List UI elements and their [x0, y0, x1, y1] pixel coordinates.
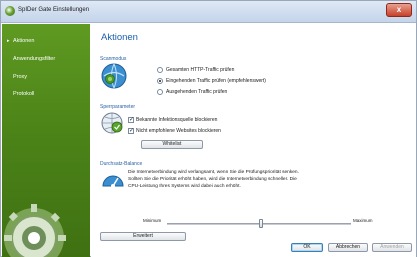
sperrparameter-section-label: Sperrparameter: [100, 104, 136, 110]
radio-indicator: [157, 67, 163, 73]
radio-label: Gesamten HTTP-Traffic prüfen: [166, 67, 235, 73]
checkbox-indicator: [128, 127, 134, 134]
window-title: SpIDer Gate Einstellungen: [18, 7, 90, 13]
scan-outgoing-radio[interactable]: Ausgehenden Traffic prüfen: [157, 89, 357, 96]
throughput-description-line-2: Sollten Sie die Priorität erhöht haben, …: [128, 177, 297, 182]
scanmodus-section-label: Scanmodus: [100, 56, 127, 62]
sidebar-item-anwendungsfilter[interactable]: Anwendungsfilter: [8, 55, 88, 64]
globe-block-icon: [101, 112, 123, 134]
gear-logo-icon: [4, 204, 66, 257]
speedometer-icon: [102, 175, 124, 188]
durchsatz-balance-section-label: Durchsatz-Balance: [100, 161, 143, 167]
checkbox-label: Bekannte Infektionsquelle blockieren: [136, 117, 218, 123]
sidebar-item-label: Aktionen: [13, 38, 35, 44]
sidebar-item-label: Proxy: [13, 74, 28, 80]
sidebar: Aktionen Anwendungsfilter Proxy Protokol…: [2, 24, 90, 257]
block-not-recommended-checkbox[interactable]: Nicht empfohlene Websites blockieren: [128, 127, 328, 135]
ok-button[interactable]: OK: [291, 243, 323, 252]
radio-label: Eingehenden Traffic prüfen (empfehlenswe…: [166, 78, 266, 84]
throughput-slider-thumb[interactable]: [259, 219, 263, 228]
checkbox-label: Nicht empfohlene Websites blockieren: [136, 128, 221, 134]
slider-min-label: Minimum: [143, 218, 162, 223]
throughput-description-line-1: Die Internetverbindung wird verlangsamt,…: [128, 170, 299, 175]
sidebar-item-protokoll[interactable]: Protokoll: [8, 90, 88, 99]
scan-all-http-radio[interactable]: Gesamten HTTP-Traffic prüfen: [157, 67, 357, 74]
sidebar-item-label: Anwendungsfilter: [13, 56, 56, 62]
main-panel: Aktionen Scanmodus Gesamten HTTP-Traffic…: [91, 24, 416, 257]
spider-gate-scan-icon: [101, 63, 127, 89]
throughput-description-line-3: CPU-Leistung Ihres Systems wird dabei au…: [128, 184, 241, 189]
sidebar-item-proxy[interactable]: Proxy: [8, 73, 88, 82]
sidebar-item-aktionen[interactable]: Aktionen: [7, 37, 88, 46]
window-close-button[interactable]: x: [386, 3, 412, 17]
apply-button[interactable]: Anwenden: [372, 243, 412, 252]
radio-indicator: [157, 78, 163, 84]
slider-max-label: Maximum: [353, 218, 373, 223]
cancel-button[interactable]: Abbrechen: [328, 243, 368, 252]
radio-indicator: [157, 89, 163, 95]
sidebar-item-label: Protokoll: [13, 91, 35, 97]
settings-window: SpIDer Gate Einstellungen x Aktionen Anw…: [0, 0, 417, 257]
checkbox-indicator: [128, 116, 134, 123]
title-bar: SpIDer Gate Einstellungen x: [1, 1, 416, 23]
radio-label: Ausgehenden Traffic prüfen: [166, 89, 228, 95]
scan-incoming-radio[interactable]: Eingehenden Traffic prüfen (empfehlenswe…: [157, 78, 357, 85]
advanced-button[interactable]: Erweitert: [100, 232, 186, 241]
whitelist-button[interactable]: Whitelist: [141, 140, 203, 149]
spider-gate-app-icon: [5, 6, 15, 16]
page-title: Aktionen: [101, 32, 138, 43]
block-infection-source-checkbox[interactable]: Bekannte Infektionsquelle blockieren: [128, 116, 328, 124]
